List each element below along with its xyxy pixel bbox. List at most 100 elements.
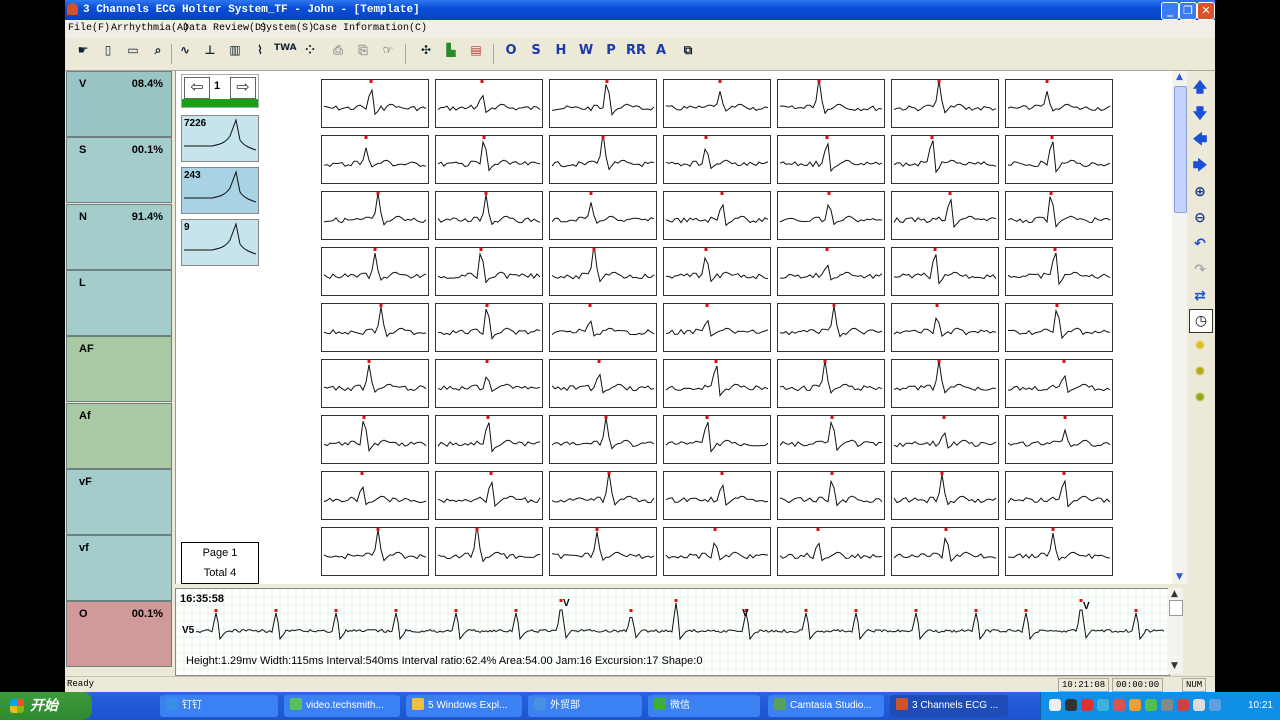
tray-icon[interactable]	[1161, 699, 1173, 711]
arrow-left-icon[interactable]: 🡄	[1189, 129, 1211, 151]
scroll-down-icon[interactable]: ▼	[1172, 571, 1187, 584]
tray-icon[interactable]	[1129, 699, 1141, 711]
beat-thumbnail[interactable]	[777, 78, 885, 128]
search-icon[interactable]: ⌕	[147, 43, 169, 65]
beat-thumbnail[interactable]	[777, 471, 885, 520]
beat-thumbnail[interactable]	[435, 135, 543, 184]
tray-icon[interactable]	[1177, 699, 1189, 711]
beat-thumbnail[interactable]	[777, 135, 885, 184]
category-s[interactable]: S 00.1%	[66, 137, 172, 204]
rhythm-strip[interactable]: 16:35:58 V5 V V V Height:1.29mv Width:11…	[175, 588, 1170, 676]
beat-thumbnail[interactable]	[1005, 79, 1113, 128]
category-n[interactable]: N 91.4%	[66, 203, 172, 270]
strip-scroll-up-icon[interactable]: ▲	[1171, 589, 1178, 599]
bug-icon-2[interactable]: ✹	[1189, 361, 1211, 383]
beat-thumbnail[interactable]	[891, 415, 999, 464]
taskbar-item[interactable]: 3 Channels ECG ...	[890, 695, 1008, 717]
strip-scroll-down-icon[interactable]: ▼	[1171, 661, 1178, 671]
beat-thumbnail[interactable]	[891, 527, 999, 576]
histogram-icon[interactable]: ▥	[224, 43, 246, 65]
beat-thumbnail[interactable]	[663, 303, 771, 352]
beat-thumbnail[interactable]	[777, 527, 885, 576]
tray-icon[interactable]	[1113, 699, 1125, 711]
beat-thumbnail[interactable]	[435, 303, 543, 352]
arrow-up-icon[interactable]: 🡅	[1189, 77, 1211, 99]
template-card[interactable]: 243	[181, 167, 259, 214]
menu-file[interactable]: File(F)	[68, 23, 110, 34]
ecg-beat-icon[interactable]: ⌇	[249, 43, 271, 65]
beat-thumbnail[interactable]	[321, 191, 429, 240]
beat-thumbnail[interactable]	[435, 415, 543, 464]
beat-thumbnail[interactable]	[549, 359, 657, 408]
beat-thumbnail[interactable]	[891, 303, 999, 352]
undo-icon[interactable]: ↶	[1189, 233, 1211, 255]
p-button[interactable]: P	[600, 43, 622, 65]
clock-icon[interactable]: ◷	[1189, 309, 1213, 333]
redo-icon[interactable]: ↷	[1189, 259, 1211, 281]
beat-thumbnail[interactable]	[321, 527, 429, 576]
beat-thumbnail[interactable]	[1005, 359, 1113, 408]
next-template-button[interactable]: ⇨	[230, 77, 256, 99]
chart-tool-icon[interactable]: ▙	[440, 43, 462, 65]
beat-thumbnail[interactable]	[663, 191, 771, 240]
transfer-icon[interactable]: ⇄	[1189, 285, 1211, 307]
beat-thumbnail[interactable]	[891, 247, 999, 296]
tray-icon[interactable]	[1209, 699, 1221, 711]
close-button[interactable]: ✕	[1197, 2, 1215, 20]
waveform-icon[interactable]: ∿	[174, 43, 196, 65]
category-l[interactable]: L	[66, 269, 172, 336]
menu-system[interactable]: System(S)	[260, 23, 314, 34]
tray-icon[interactable]	[1097, 699, 1109, 711]
category-vf-lower[interactable]: vf	[66, 535, 172, 602]
strip-scrollbar[interactable]: ▲ ▼	[1168, 588, 1183, 674]
beat-thumbnail[interactable]	[891, 191, 999, 240]
rr-button[interactable]: RR	[625, 43, 647, 65]
taskbar-item[interactable]: 钉钉	[160, 695, 278, 717]
pointer-hand-icon[interactable]: ☞	[377, 43, 399, 65]
bug-icon-3[interactable]: ✹	[1189, 387, 1211, 409]
taskbar-item[interactable]: Camtasia Studio...	[768, 695, 884, 717]
beat-thumbnail[interactable]	[549, 415, 657, 464]
zoom-in-icon[interactable]: ⊕	[1189, 181, 1211, 203]
bug-icon-1[interactable]: ✹	[1189, 335, 1211, 357]
tray-icon[interactable]	[1049, 699, 1061, 711]
taskbar-item[interactable]: 外贸部	[528, 695, 642, 717]
tray-icon[interactable]	[1145, 699, 1157, 711]
beat-thumbnail[interactable]	[1005, 135, 1113, 184]
beat-thumbnail[interactable]	[549, 244, 657, 296]
w-button[interactable]: W	[575, 43, 597, 65]
arrow-down-icon[interactable]: 🡇	[1189, 103, 1211, 125]
category-af-lower[interactable]: Af	[66, 402, 172, 469]
beat-thumbnail[interactable]	[1005, 247, 1113, 296]
tray-icon[interactable]	[1081, 699, 1093, 711]
scroll-thumb[interactable]	[1174, 86, 1187, 213]
twa-icon[interactable]: TWA	[274, 43, 297, 65]
beat-thumbnail[interactable]	[663, 79, 771, 128]
beat-thumbnail[interactable]	[663, 135, 771, 184]
print-preview-icon[interactable]: ⎘	[352, 43, 374, 65]
beat-thumbnail[interactable]	[1005, 527, 1113, 576]
beat-thumbnail[interactable]	[777, 359, 885, 408]
beat-thumbnail[interactable]	[435, 247, 543, 296]
beat-thumbnail[interactable]	[435, 359, 543, 408]
beat-thumbnail[interactable]	[1005, 415, 1113, 464]
new-file-icon[interactable]: ▯	[97, 43, 119, 65]
prev-template-button[interactable]: ⇦	[184, 77, 210, 99]
beat-thumbnail[interactable]	[549, 132, 657, 184]
category-v[interactable]: V 08.4%	[66, 71, 172, 137]
s-button[interactable]: S	[525, 43, 547, 65]
menu-case-information[interactable]: Case Information(C)	[313, 23, 427, 34]
beat-thumbnail[interactable]	[549, 471, 657, 520]
a-button[interactable]: A	[650, 43, 672, 65]
beat-thumbnail[interactable]	[321, 247, 429, 296]
beat-thumbnail[interactable]	[321, 135, 429, 184]
grid-tool-icon[interactable]: ✣	[415, 43, 437, 65]
template-card[interactable]: 7226	[181, 115, 259, 162]
arrow-right-icon[interactable]: 🡆	[1189, 155, 1211, 177]
beat-thumbnail[interactable]	[1005, 191, 1113, 240]
minimize-button[interactable]: _	[1161, 2, 1179, 20]
beat-thumbnail[interactable]	[663, 247, 771, 296]
beat-thumbnail[interactable]	[435, 79, 543, 128]
beat-thumbnail[interactable]	[777, 415, 885, 464]
tray-icon[interactable]	[1193, 699, 1205, 711]
